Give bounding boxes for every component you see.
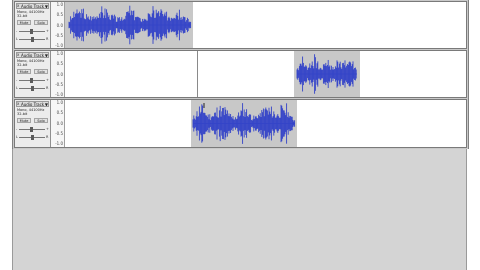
track-name-label: Audio Track (21, 102, 45, 107)
gain-slider-thumb[interactable] (30, 127, 33, 132)
ruler-tick: 1.0 (56, 100, 63, 105)
close-icon[interactable]: x (17, 102, 20, 106)
ruler-tick: -0.5 (55, 131, 63, 136)
waveform-canvas (65, 2, 193, 48)
pan-slider-thumb[interactable] (31, 135, 34, 140)
dropdown-arrow-icon[interactable]: ▼ (45, 4, 48, 8)
track-format-info: 32-bit (17, 112, 28, 116)
pan-left-label: L (16, 86, 18, 90)
gain-min-label: - (16, 127, 18, 131)
ruler-tick: 1.0 (56, 2, 63, 7)
pan-right-label: R (46, 86, 49, 90)
ruler-tick: 0.5 (56, 110, 63, 115)
solo-button[interactable]: Solo (34, 69, 48, 74)
dropdown-arrow-icon[interactable]: ▼ (45, 102, 48, 106)
pan-right-label: R (46, 37, 49, 41)
track-control-panel: x Audio Track ▼ Mono, 44100Hz 32-bit Mut… (15, 100, 51, 147)
ruler-tick: -0.5 (55, 82, 63, 87)
gain-slider[interactable] (19, 29, 45, 34)
audio-track-3: x Audio Track ▼ Mono, 44100Hz 32-bit Mut… (14, 99, 467, 148)
waveform-canvas (191, 100, 297, 147)
mute-button[interactable]: Mute (17, 20, 31, 25)
ruler-tick: 0.0 (56, 72, 63, 77)
waveform-area[interactable] (65, 51, 466, 97)
gain-min-label: - (16, 29, 18, 33)
ruler-tick: 0.5 (56, 12, 63, 17)
waveform-area[interactable] (65, 2, 466, 48)
track-name-label: Audio Track (21, 4, 45, 9)
ruler-tick: -1.0 (55, 141, 63, 146)
gain-slider-thumb[interactable] (30, 29, 33, 34)
dropdown-arrow-icon[interactable]: ▼ (45, 53, 48, 57)
pan-slider-thumb[interactable] (31, 86, 34, 91)
track-format-info: 32-bit (17, 14, 28, 18)
pan-slider[interactable] (19, 135, 45, 140)
amplitude-ruler: 1.0 0.5 0.0 -0.5 -1.0 (51, 100, 65, 147)
pan-slider-thumb[interactable] (31, 37, 34, 42)
track-name-menu[interactable]: x Audio Track ▼ (16, 3, 49, 9)
waveform-area[interactable] (65, 100, 466, 147)
mute-button[interactable]: Mute (17, 69, 31, 74)
mute-button[interactable]: Mute (17, 118, 31, 123)
pan-left-label: L (16, 135, 18, 139)
waveform-canvas (294, 51, 360, 97)
audio-track-1: x Audio Track ▼ Mono, 44100Hz 32-bit Mut… (14, 1, 467, 49)
ruler-tick: 1.0 (56, 51, 63, 56)
gain-slider[interactable] (19, 127, 45, 132)
gain-slider-thumb[interactable] (30, 78, 33, 83)
empty-track-area[interactable] (12, 149, 467, 270)
track-control-panel: x Audio Track ▼ Mono, 44100Hz 32-bit Mut… (15, 51, 51, 97)
close-icon[interactable]: x (17, 53, 20, 57)
gain-max-label: + (46, 127, 49, 131)
track-name-menu[interactable]: x Audio Track ▼ (16, 52, 49, 58)
close-icon[interactable]: x (17, 4, 20, 8)
track-name-menu[interactable]: x Audio Track ▼ (16, 101, 49, 107)
audio-track-2: x Audio Track ▼ Mono, 44100Hz 32-bit Mut… (14, 50, 467, 98)
track-control-panel: x Audio Track ▼ Mono, 44100Hz 32-bit Mut… (15, 2, 51, 48)
solo-button[interactable]: Solo (34, 20, 48, 25)
ruler-tick: -1.0 (55, 92, 63, 97)
track-name-label: Audio Track (21, 53, 45, 58)
amplitude-ruler: 1.0 0.5 0.0 -0.5 -1.0 (51, 2, 65, 48)
ruler-tick: -0.5 (55, 33, 63, 38)
project-window: x Audio Track ▼ Mono, 44100Hz 32-bit Mut… (0, 0, 480, 270)
tracks-panel: x Audio Track ▼ Mono, 44100Hz 32-bit Mut… (12, 0, 469, 149)
gain-max-label: + (46, 29, 49, 33)
solo-button[interactable]: Solo (34, 118, 48, 123)
pan-slider[interactable] (19, 37, 45, 42)
pan-slider[interactable] (19, 86, 45, 91)
gain-max-label: + (46, 78, 49, 82)
pan-left-label: L (16, 37, 18, 41)
ruler-tick: 0.0 (56, 121, 63, 126)
ruler-tick: 0.0 (56, 23, 63, 28)
amplitude-ruler: 1.0 0.5 0.0 -0.5 -1.0 (51, 51, 65, 97)
track-format-info: 32-bit (17, 63, 28, 67)
ruler-tick: -1.0 (55, 43, 63, 48)
gain-slider[interactable] (19, 78, 45, 83)
pan-right-label: R (46, 135, 49, 139)
ruler-tick: 0.5 (56, 61, 63, 66)
gain-min-label: - (16, 78, 18, 82)
